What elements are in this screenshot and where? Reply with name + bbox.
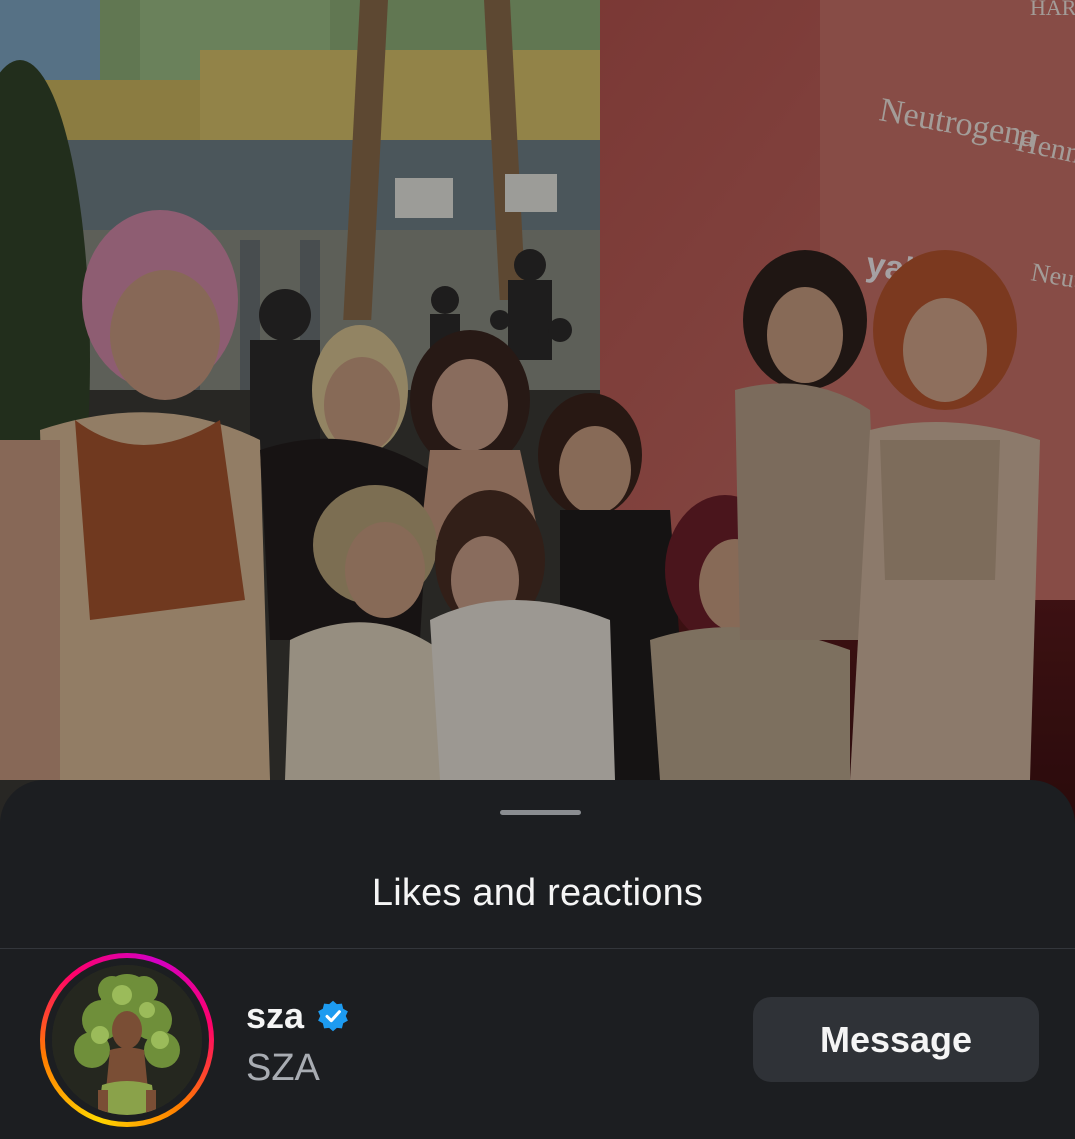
avatar[interactable] <box>52 965 202 1115</box>
likes-bottom-sheet: Likes and reactions sza SZA Message <box>0 780 1075 1139</box>
sheet-title: Likes and reactions <box>371 872 704 914</box>
verified-badge-icon <box>318 1000 348 1032</box>
photo-dim-overlay <box>0 0 1075 860</box>
post-photo: Neutrogena Hennessy yahoo! Neutrogena HA… <box>0 0 1075 860</box>
avatar-image <box>52 965 202 1115</box>
sheet-grabber-handle[interactable] <box>500 810 581 815</box>
reaction-row[interactable]: sza SZA Message <box>0 949 1075 1139</box>
likes-reactions-screen: Neutrogena Hennessy yahoo! Neutrogena HA… <box>0 0 1075 1139</box>
username[interactable]: sza <box>246 995 304 1037</box>
message-button[interactable]: Message <box>753 997 1039 1082</box>
story-ring[interactable] <box>40 953 214 1127</box>
username-line[interactable]: sza <box>246 991 350 1041</box>
full-name: SZA <box>246 1047 320 1089</box>
